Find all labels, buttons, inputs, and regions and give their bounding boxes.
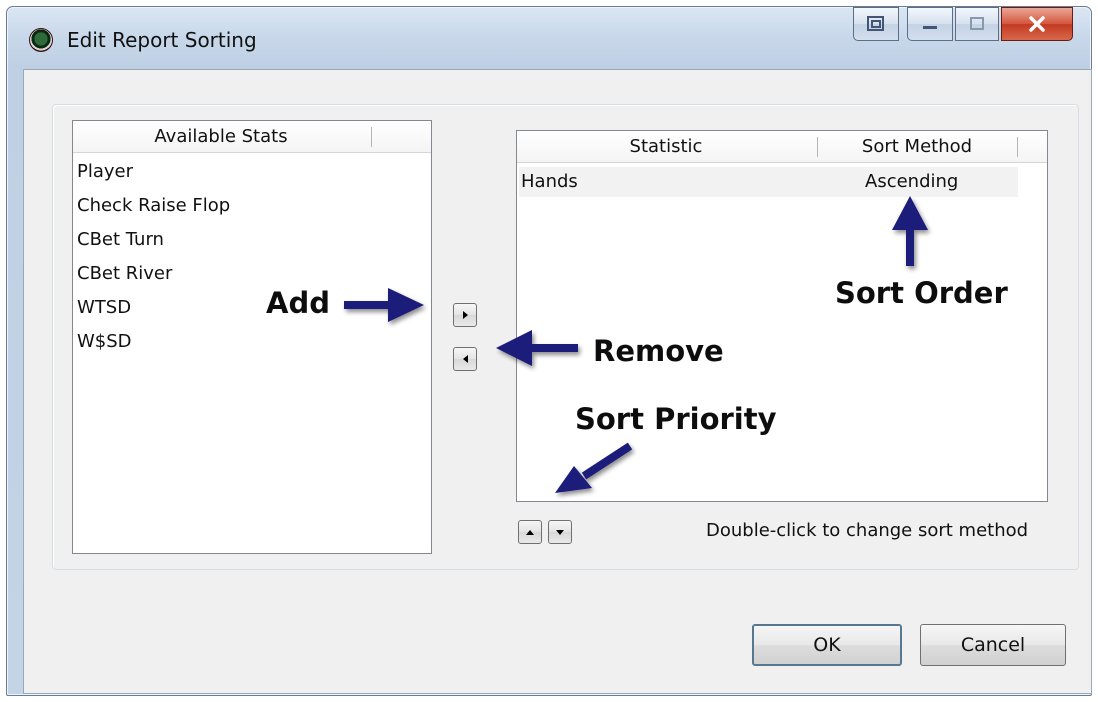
sort-method-column-header[interactable]: Sort Method	[818, 131, 1016, 163]
remove-annotation: Remove	[593, 334, 724, 368]
statistic-cell: Hands	[521, 171, 578, 192]
available-stats-list[interactable]: Available Stats Player Check Raise Flop …	[72, 120, 432, 554]
sort-method-cell[interactable]: Ascending	[865, 167, 958, 197]
maximize-icon	[970, 17, 984, 30]
list-item[interactable]: CBet River	[73, 257, 431, 291]
cancel-button[interactable]: Cancel	[920, 624, 1066, 666]
arrow-up-icon	[526, 529, 534, 535]
sort-order-table[interactable]: Statistic Sort Method Hands Ascending	[516, 130, 1048, 502]
remove-stat-button[interactable]	[453, 347, 477, 371]
column-separator[interactable]	[1017, 137, 1018, 157]
move-up-button[interactable]	[518, 520, 542, 544]
add-annotation: Add	[266, 286, 330, 320]
close-icon	[1029, 16, 1045, 32]
window-title: Edit Report Sorting	[67, 28, 257, 52]
available-stats-header: Available Stats	[73, 121, 431, 153]
list-item[interactable]: W$SD	[73, 325, 431, 359]
table-row[interactable]: Hands Ascending	[519, 167, 1018, 197]
caption-buttons	[851, 7, 1073, 43]
column-separator[interactable]	[371, 127, 372, 147]
sort-priority-annotation: Sort Priority	[575, 402, 777, 436]
available-stats-items: Player Check Raise Flop CBet Turn CBet R…	[73, 155, 431, 359]
list-item[interactable]: Player	[73, 155, 431, 189]
list-item[interactable]: Check Raise Flop	[73, 189, 431, 223]
app-logo-icon	[29, 28, 53, 52]
statistic-column-header[interactable]: Statistic	[517, 131, 815, 163]
sort-table-header: Statistic Sort Method	[517, 131, 1047, 163]
close-button[interactable]	[1001, 7, 1073, 41]
arrow-right-icon	[462, 311, 468, 319]
minimize-button[interactable]	[907, 7, 953, 41]
move-down-button[interactable]	[548, 520, 572, 544]
context-help-icon	[867, 16, 884, 31]
context-help-button[interactable]	[853, 7, 899, 41]
sort-order-annotation: Sort Order	[835, 276, 1008, 310]
ok-button[interactable]: OK	[752, 624, 902, 666]
maximize-button[interactable]	[955, 7, 999, 41]
dialog-client-area: Available Stats Player Check Raise Flop …	[23, 69, 1092, 694]
add-stat-button[interactable]	[453, 303, 477, 327]
arrow-left-icon	[462, 355, 468, 363]
dialog-window: Edit Report Sorting Available Stats Play…	[6, 6, 1092, 696]
sort-method-hint: Double-click to change sort method	[706, 520, 1029, 541]
list-item[interactable]: CBet Turn	[73, 223, 431, 257]
minimize-icon	[923, 26, 937, 29]
list-item[interactable]: WTSD	[73, 291, 431, 325]
available-stats-column-header[interactable]: Available Stats	[73, 121, 369, 153]
arrow-down-icon	[556, 529, 564, 535]
